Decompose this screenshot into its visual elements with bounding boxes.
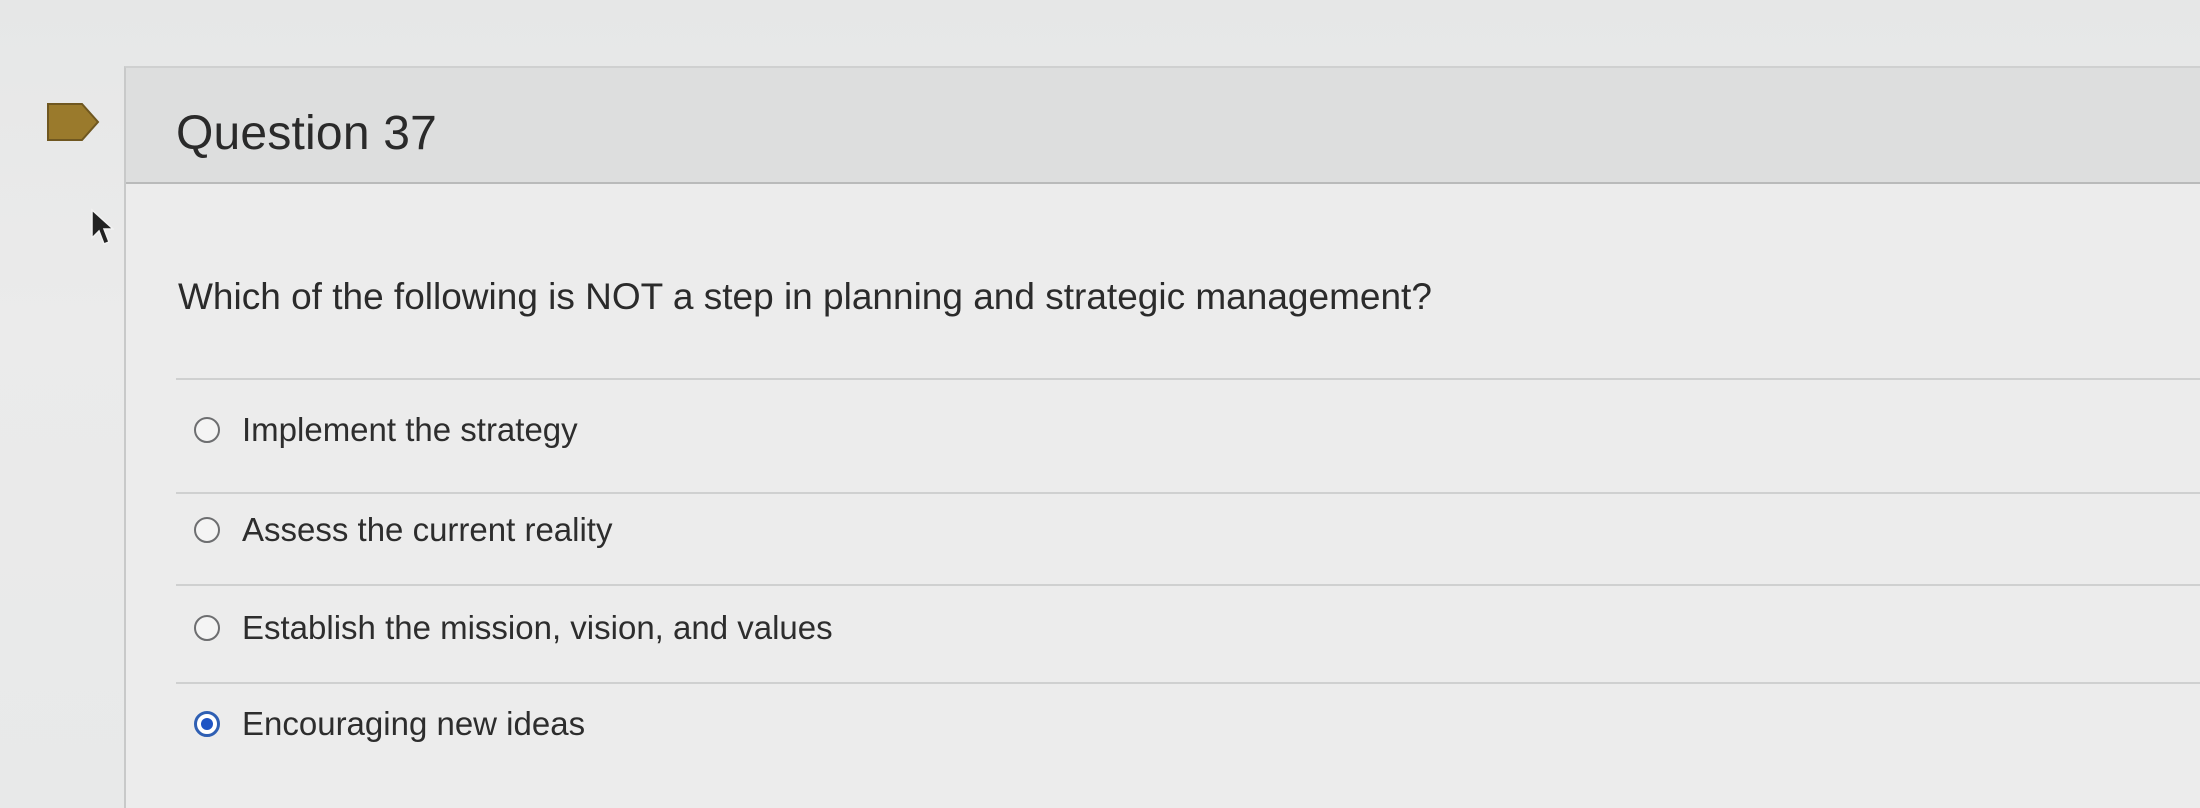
divider bbox=[176, 378, 2200, 380]
divider bbox=[176, 492, 2200, 494]
quiz-page: Question 37 Which of the following is NO… bbox=[0, 0, 2200, 808]
answer-option-4[interactable]: Encouraging new ideas bbox=[194, 694, 585, 754]
answer-label[interactable]: Assess the current reality bbox=[242, 511, 612, 549]
answer-option-1[interactable]: Implement the strategy bbox=[194, 400, 578, 460]
question-header: Question 37 bbox=[126, 68, 2200, 184]
answer-option-3[interactable]: Establish the mission, vision, and value… bbox=[194, 598, 833, 658]
answer-label[interactable]: Establish the mission, vision, and value… bbox=[242, 609, 833, 647]
mouse-pointer-icon bbox=[91, 208, 114, 245]
radio-button[interactable] bbox=[194, 417, 220, 443]
radio-button-selected[interactable] bbox=[194, 711, 220, 737]
radio-button[interactable] bbox=[194, 615, 220, 641]
answer-option-2[interactable]: Assess the current reality bbox=[194, 500, 612, 560]
divider bbox=[176, 682, 2200, 684]
answer-label[interactable]: Encouraging new ideas bbox=[242, 705, 585, 743]
question-card: Question 37 Which of the following is NO… bbox=[124, 66, 2200, 808]
radio-button[interactable] bbox=[194, 517, 220, 543]
question-prompt: Which of the following is NOT a step in … bbox=[178, 276, 1432, 317]
flag-icon[interactable] bbox=[46, 100, 102, 144]
answer-label[interactable]: Implement the strategy bbox=[242, 411, 578, 449]
divider bbox=[176, 584, 2200, 586]
question-title: Question 37 bbox=[176, 107, 438, 160]
